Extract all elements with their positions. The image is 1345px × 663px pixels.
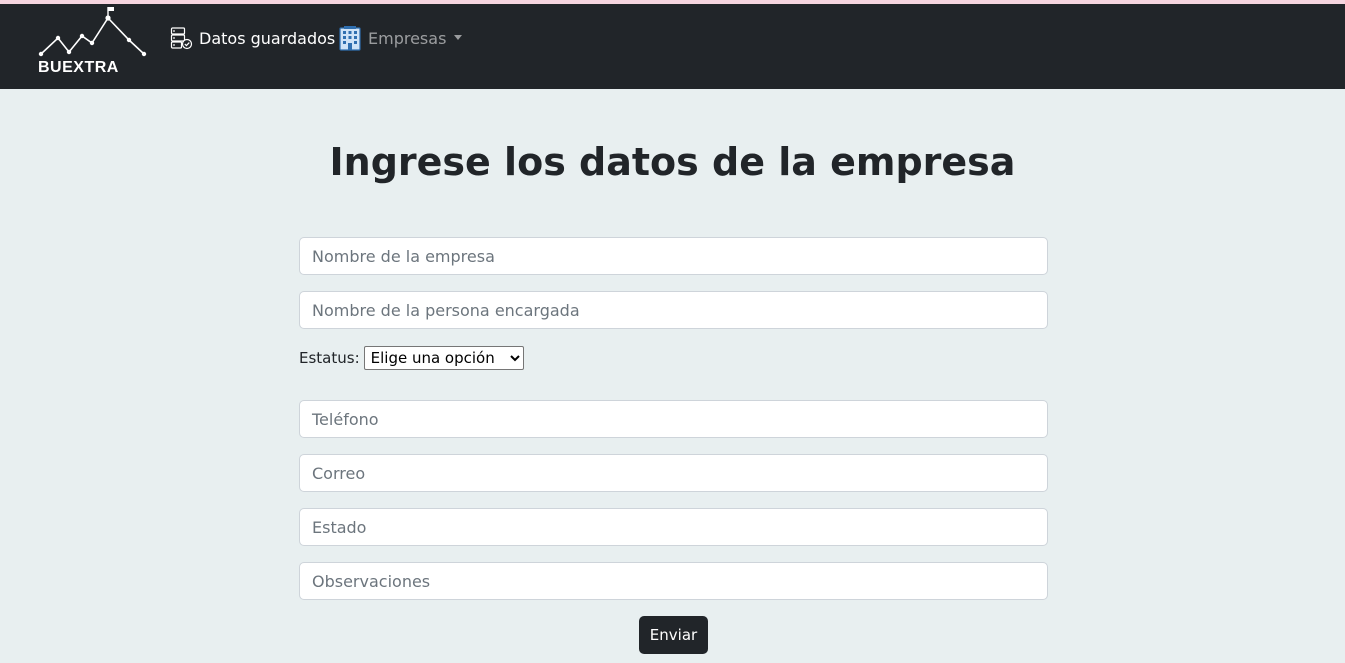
nav-empresas-label: Empresas — [368, 28, 447, 48]
manager-name-input[interactable] — [299, 291, 1048, 329]
company-name-input[interactable] — [299, 237, 1048, 275]
nav-datos-guardados-label: Datos guardados — [199, 28, 336, 48]
email-input[interactable] — [299, 454, 1048, 492]
state-input[interactable] — [299, 508, 1048, 546]
status-row: Estatus: Elige una opción — [299, 346, 524, 370]
status-select[interactable]: Elige una opción — [363, 346, 524, 370]
building-icon — [338, 25, 362, 51]
notes-input[interactable] — [299, 562, 1048, 600]
phone-input[interactable] — [299, 400, 1048, 438]
server-check-icon — [169, 26, 193, 50]
brand-logo[interactable]: BUEXTRA — [36, 6, 154, 78]
caret-down-icon — [454, 34, 463, 40]
nav-datos-guardados[interactable]: Datos guardados — [169, 22, 335, 54]
submit-button[interactable]: Enviar — [639, 616, 708, 654]
brand-name: BUEXTRA — [38, 59, 119, 76]
nav-empresas-dropdown[interactable]: Empresas — [338, 22, 463, 54]
page-title: Ingrese los datos de la empresa — [329, 140, 1016, 184]
status-label: Estatus: — [299, 349, 360, 367]
navbar: BUEXTRA Datos guardados Empresas — [0, 4, 1345, 89]
